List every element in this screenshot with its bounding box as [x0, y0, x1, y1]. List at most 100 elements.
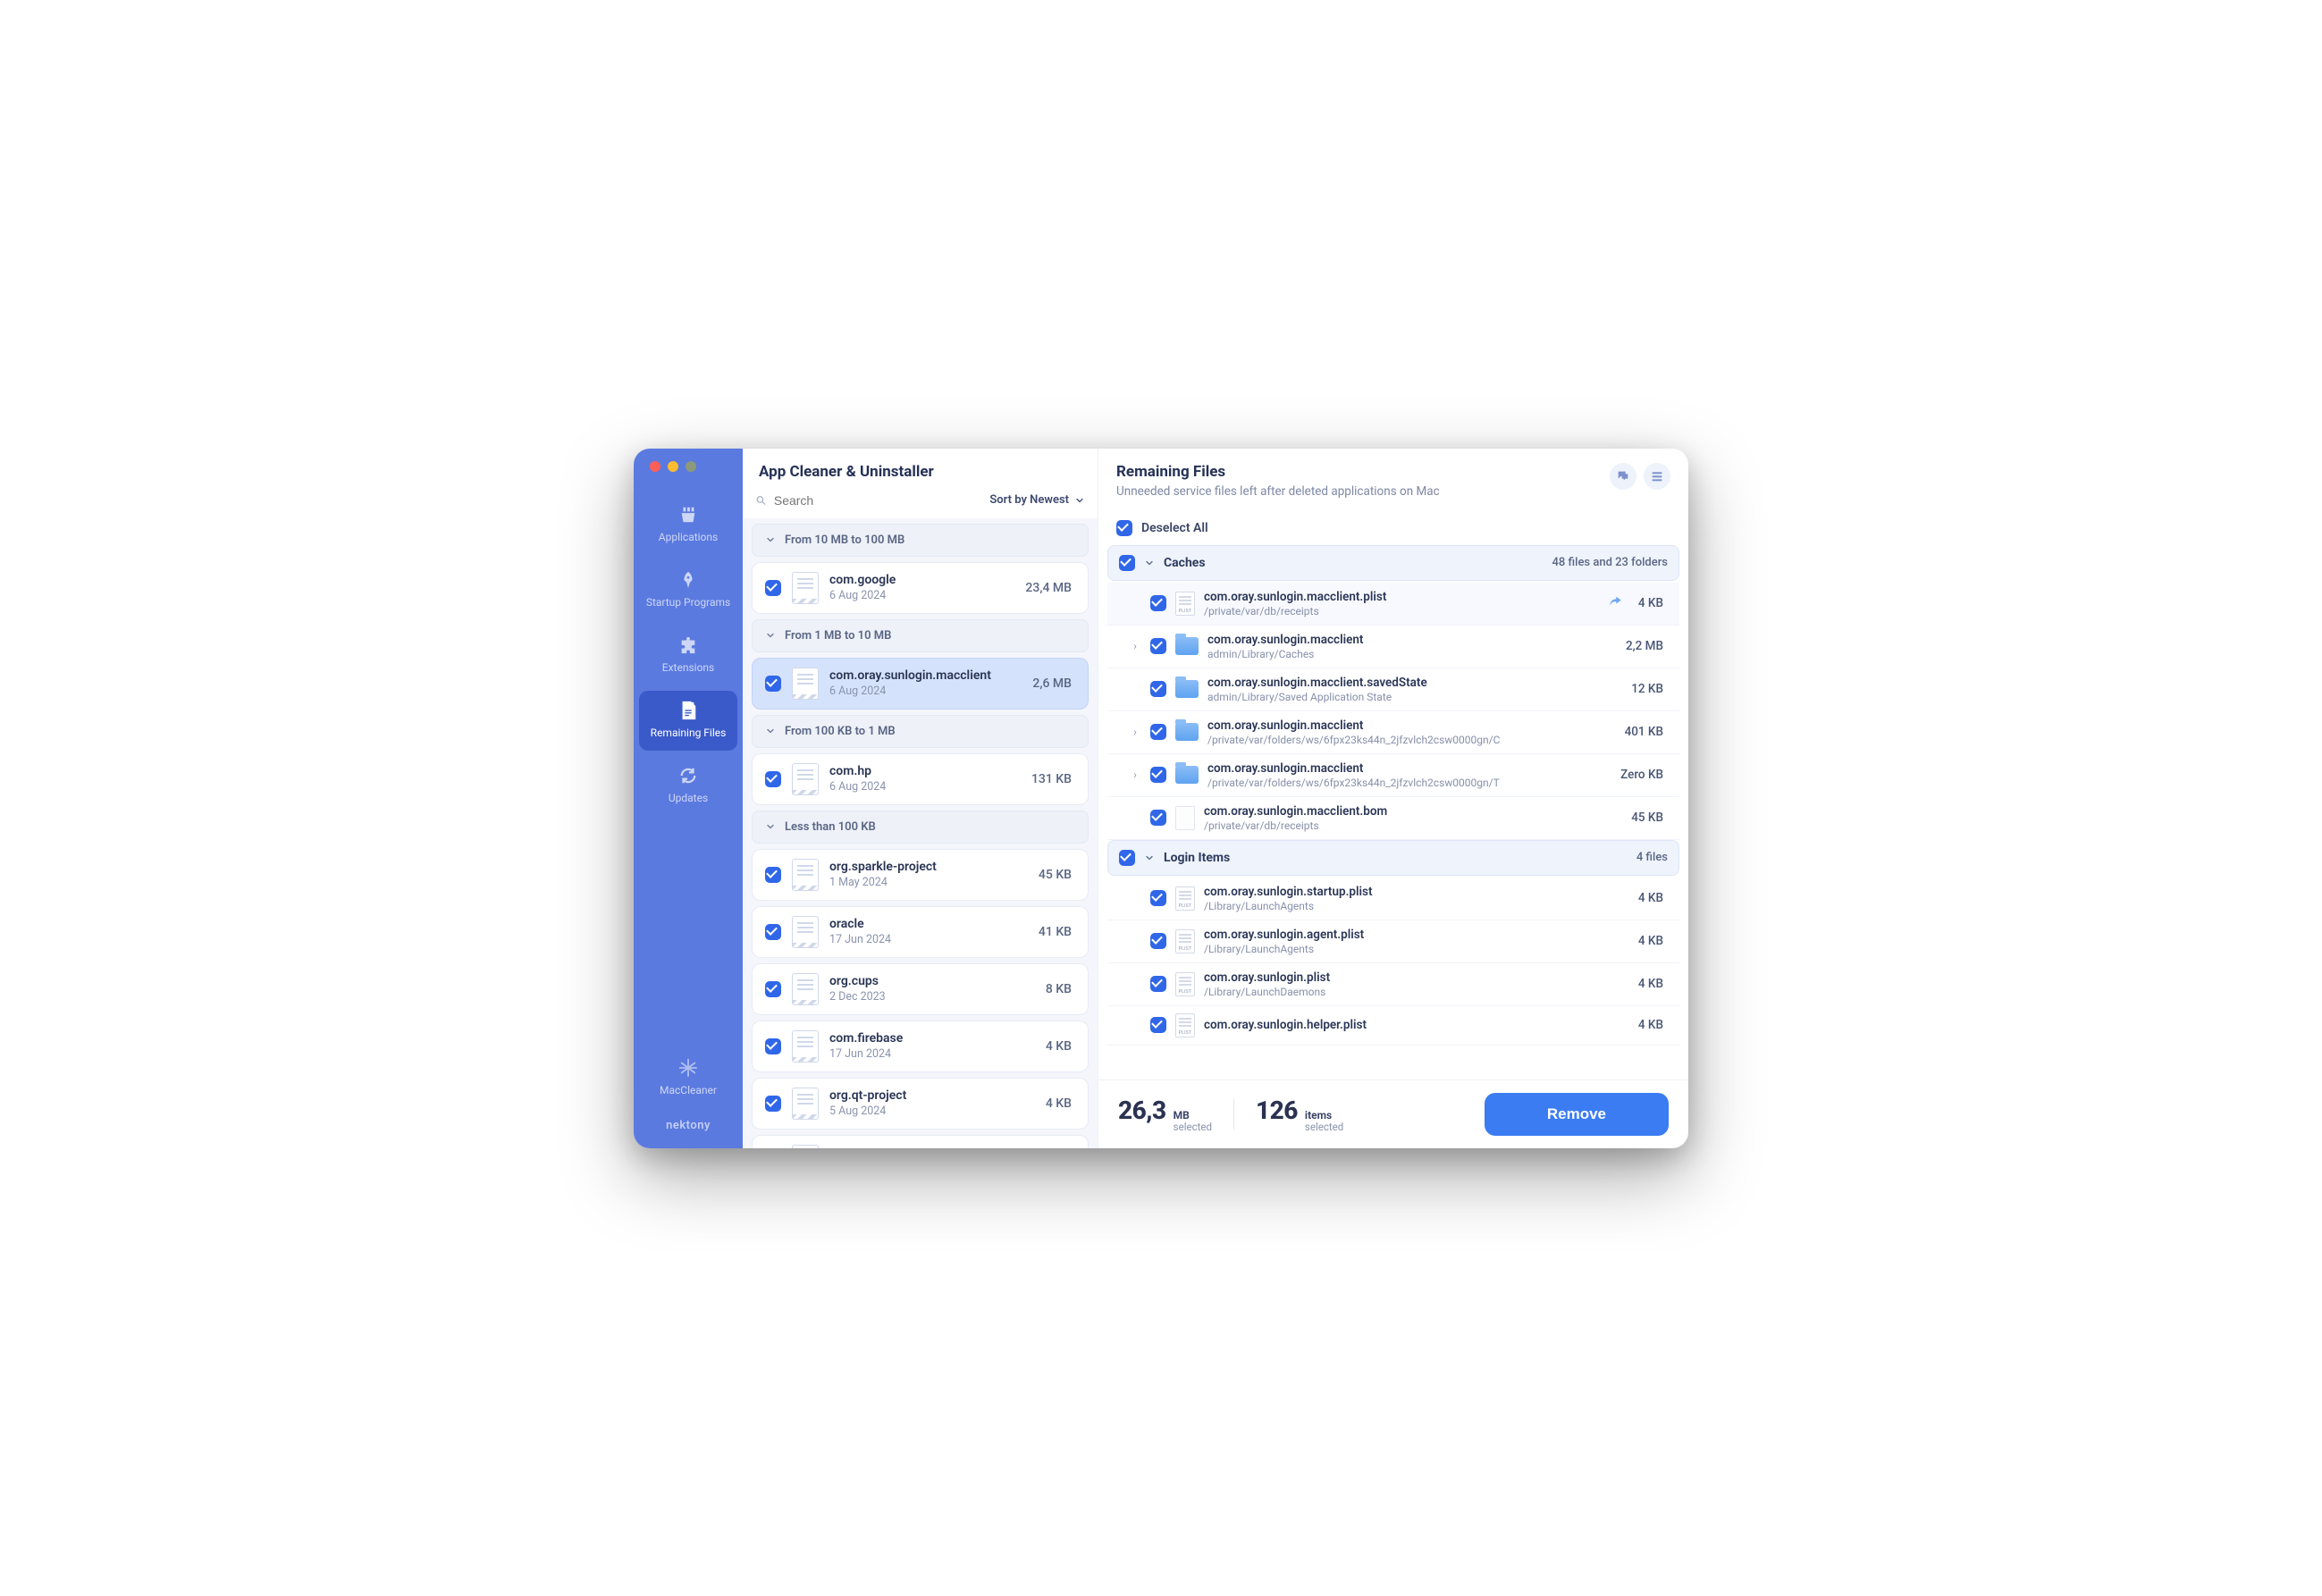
- app-checkbox[interactable]: [765, 1038, 781, 1054]
- file-checkbox[interactable]: [1150, 767, 1166, 783]
- group-header[interactable]: From 1 MB to 10 MB: [752, 619, 1089, 652]
- app-checkbox[interactable]: [765, 981, 781, 997]
- sort-button[interactable]: Sort by Newest: [989, 493, 1085, 507]
- file-row[interactable]: com.oray.sunlogin.agent.plist /Library/L…: [1107, 920, 1679, 963]
- file-row[interactable]: com.oray.sunlogin.plist /Library/LaunchD…: [1107, 963, 1679, 1006]
- close-window-button[interactable]: [650, 461, 660, 472]
- sidebar-item-file[interactable]: Remaining Files: [639, 691, 737, 751]
- app-date: 17 Jun 2024: [829, 933, 1028, 946]
- file-checkbox[interactable]: [1150, 810, 1166, 826]
- app-row[interactable]: oracle 17 Jun 2024 41 KB: [752, 906, 1089, 958]
- sidebar-item-rocket[interactable]: Startup Programs: [639, 560, 737, 620]
- disclosure-triangle[interactable]: ›: [1129, 726, 1141, 738]
- section-checkbox[interactable]: [1119, 555, 1135, 571]
- file-checkbox[interactable]: [1150, 724, 1166, 740]
- app-checkbox[interactable]: [765, 924, 781, 940]
- file-row[interactable]: com.oray.sunlogin.helper.plist 4 KB: [1107, 1006, 1679, 1046]
- sidebar-item-refresh[interactable]: Updates: [639, 756, 737, 816]
- app-checkbox[interactable]: [765, 676, 781, 692]
- file-icon: [1175, 806, 1195, 830]
- app-size: 23,4 MB: [1025, 581, 1075, 595]
- app-row[interactable]: com.firebase 17 Jun 2024 4 KB: [752, 1021, 1089, 1072]
- sidebar-item-label: Extensions: [662, 661, 714, 675]
- app-date: 6 Aug 2024: [829, 780, 1021, 794]
- sidebar: Applications Startup Programs Extensions…: [634, 449, 743, 1148]
- app-checkbox[interactable]: [765, 867, 781, 883]
- document-icon: [792, 1088, 819, 1120]
- app-checkbox[interactable]: [765, 771, 781, 787]
- file-checkbox[interactable]: [1150, 681, 1166, 697]
- file-icon: [677, 700, 699, 721]
- deselect-all-checkbox[interactable]: [1116, 520, 1132, 536]
- app-checkbox[interactable]: [765, 1096, 781, 1112]
- group-header[interactable]: Less than 100 KB: [752, 811, 1089, 844]
- section-meta: 48 files and 23 folders: [1552, 556, 1668, 569]
- file-section-header[interactable]: Login Items 4 files: [1107, 840, 1679, 876]
- app-row[interactable]: org.qt-project 5 Aug 2024 4 KB: [752, 1078, 1089, 1130]
- app-name: com.oray.sunlogin.macclient: [829, 668, 1022, 683]
- app-row[interactable]: net.java: [752, 1135, 1089, 1148]
- files-title: Remaining Files: [1116, 463, 1610, 481]
- share-icon[interactable]: [1608, 594, 1624, 612]
- file-checkbox[interactable]: [1150, 976, 1166, 992]
- file-row[interactable]: › com.oray.sunlogin.macclient /private/v…: [1107, 754, 1679, 797]
- app-size: 2,6 MB: [1032, 676, 1075, 691]
- document-icon: [792, 668, 819, 700]
- file-checkbox[interactable]: [1150, 933, 1166, 949]
- plist-icon: [1175, 972, 1195, 996]
- app-date: 6 Aug 2024: [829, 685, 1022, 698]
- app-name: com.firebase: [829, 1031, 1035, 1046]
- app-date: 2 Dec 2023: [829, 990, 1035, 1004]
- app-row[interactable]: com.hp 6 Aug 2024 131 KB: [752, 753, 1089, 805]
- file-checkbox[interactable]: [1150, 638, 1166, 654]
- disclosure-triangle[interactable]: ›: [1129, 640, 1141, 652]
- sidebar-item-apps[interactable]: Applications: [639, 495, 737, 555]
- sidebar-item-maccleaner[interactable]: MacCleaner: [656, 1048, 720, 1108]
- chevron-down-icon: [765, 821, 776, 832]
- remove-button[interactable]: Remove: [1485, 1093, 1669, 1136]
- folder-icon: [1175, 680, 1199, 698]
- app-row[interactable]: org.cups 2 Dec 2023 8 KB: [752, 963, 1089, 1015]
- search-input[interactable]: [774, 493, 982, 508]
- section-checkbox[interactable]: [1119, 850, 1135, 866]
- file-row[interactable]: com.oray.sunlogin.macclient.plist /priva…: [1107, 583, 1679, 626]
- zoom-window-button[interactable]: [686, 461, 696, 472]
- apps-list: From 10 MB to 100 MB com.google 6 Aug 20…: [743, 518, 1098, 1148]
- minimize-window-button[interactable]: [668, 461, 678, 472]
- sidebar-item-label: Applications: [659, 531, 718, 544]
- group-header[interactable]: From 100 KB to 1 MB: [752, 715, 1089, 748]
- window-controls: [634, 461, 696, 472]
- app-name: com.hp: [829, 764, 1021, 778]
- group-header[interactable]: From 10 MB to 100 MB: [752, 524, 1089, 557]
- file-size: 401 KB: [1620, 725, 1669, 739]
- file-row[interactable]: com.oray.sunlogin.startup.plist /Library…: [1107, 878, 1679, 920]
- app-row[interactable]: com.oray.sunlogin.macclient 6 Aug 2024 2…: [752, 658, 1089, 710]
- chat-button[interactable]: [1610, 463, 1636, 490]
- file-row[interactable]: › com.oray.sunlogin.macclient admin/Libr…: [1107, 626, 1679, 668]
- file-size: 4 KB: [1633, 1018, 1669, 1032]
- app-row[interactable]: com.google 6 Aug 2024 23,4 MB: [752, 562, 1089, 614]
- file-row[interactable]: com.oray.sunlogin.macclient.savedState a…: [1107, 668, 1679, 711]
- disclosure-triangle[interactable]: ›: [1129, 769, 1141, 781]
- app-checkbox[interactable]: [765, 580, 781, 596]
- file-name: com.oray.sunlogin.startup.plist: [1204, 885, 1624, 899]
- app-row[interactable]: org.sparkle-project 1 May 2024 45 KB: [752, 849, 1089, 901]
- app-size: 41 KB: [1039, 925, 1075, 939]
- brand-label: nektony: [666, 1112, 711, 1134]
- file-name: com.oray.sunlogin.macclient.savedState: [1207, 676, 1617, 690]
- app-name: org.sparkle-project: [829, 860, 1028, 874]
- group-label: Less than 100 KB: [785, 820, 876, 834]
- search-field[interactable]: [755, 493, 982, 508]
- files-panel: Remaining Files Unneeded service files l…: [1098, 449, 1688, 1148]
- file-row[interactable]: › com.oray.sunlogin.macclient /private/v…: [1107, 711, 1679, 754]
- file-size: 12 KB: [1626, 682, 1669, 696]
- file-checkbox[interactable]: [1150, 890, 1166, 906]
- file-name: com.oray.sunlogin.plist: [1204, 970, 1624, 985]
- list-view-button[interactable]: [1644, 463, 1670, 490]
- file-row[interactable]: com.oray.sunlogin.macclient.bom /private…: [1107, 797, 1679, 840]
- file-path: /Library/LaunchAgents: [1204, 900, 1624, 912]
- sidebar-item-puzzle[interactable]: Extensions: [639, 626, 737, 685]
- file-checkbox[interactable]: [1150, 595, 1166, 611]
- file-section-header[interactable]: Caches 48 files and 23 folders: [1107, 545, 1679, 581]
- file-checkbox[interactable]: [1150, 1017, 1166, 1033]
